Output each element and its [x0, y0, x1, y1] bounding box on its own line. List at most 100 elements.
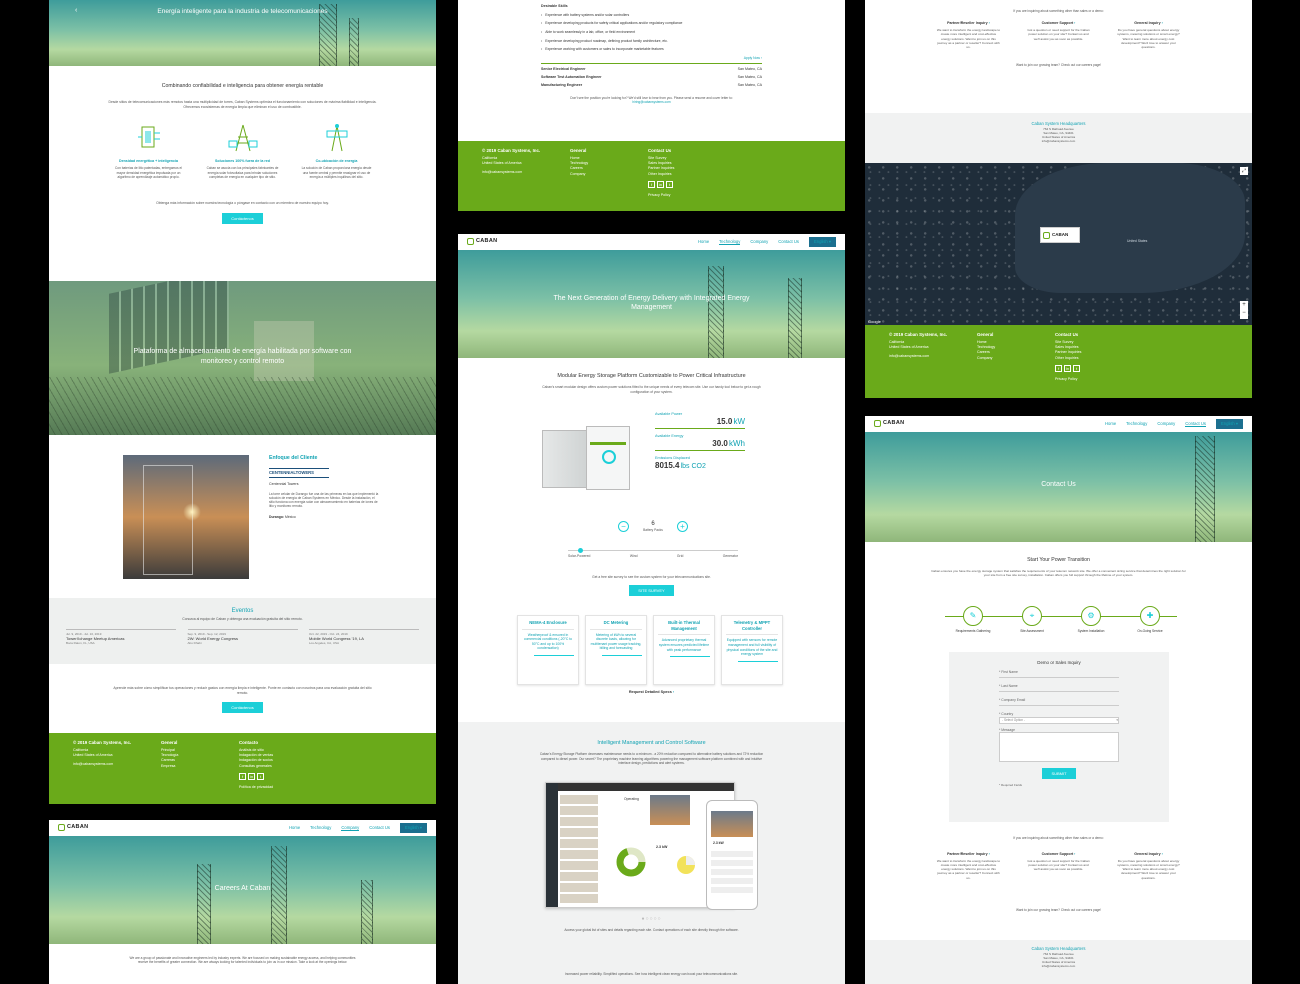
increase-button[interactable]: + — [676, 520, 688, 532]
job-row[interactable]: Senior Electrical Engineer San Mateo, CA — [541, 67, 762, 72]
site-survey-button[interactable]: SITE SURVEY — [629, 585, 674, 597]
slider-handle[interactable] — [578, 548, 583, 553]
contact-join-text[interactable]: Want to join our growing team? Check out… — [865, 908, 1252, 912]
hq-line[interactable]: info@cabansystems.com — [865, 139, 1252, 143]
feature-card[interactable]: DC Metering Metering of kWh to several d… — [585, 615, 647, 685]
language-select[interactable]: English ▾ — [809, 237, 836, 247]
source-option[interactable]: Wind — [630, 554, 638, 559]
first-name-field[interactable]: * First Name — [999, 670, 1119, 678]
footer-col1-title: General — [570, 148, 587, 153]
brand-name: CABAN — [476, 238, 498, 245]
footer-link[interactable]: Company — [570, 172, 620, 177]
event-item[interactable]: Oct. 22, 2019 - Oct. 24, 2019 Mobile Wor… — [309, 628, 419, 645]
last-name-field[interactable]: * Last Name — [999, 684, 1119, 692]
navbar: CABAN Home Technology Company Contact Us… — [458, 234, 845, 250]
logo-mark-icon — [874, 420, 881, 428]
map-view[interactable]: United States CABAN ⤢ + − Google — [865, 163, 1252, 325]
es-cta-button[interactable]: Contáctenos — [222, 702, 263, 714]
language-label: English — [405, 825, 419, 831]
nav-contact[interactable]: Contact Us — [1185, 421, 1206, 428]
language-select[interactable]: English ▾ — [1216, 419, 1243, 429]
nav-company[interactable]: Company — [1157, 421, 1175, 427]
footer-col1-title: General — [977, 332, 994, 337]
nav-company[interactable]: Company — [750, 239, 768, 245]
inquiry-title[interactable]: Partner/Reseller Inquiry › — [937, 852, 1001, 857]
inquiry-title[interactable]: Customer Support › — [1027, 21, 1091, 26]
hiring-email[interactable]: hiring@cabansystems.com — [541, 100, 762, 104]
inquiry-text: Got a question or need support for the C… — [1027, 858, 1090, 872]
logo[interactable]: CABAN — [58, 824, 88, 832]
email-field[interactable]: * Company Email — [999, 698, 1119, 706]
decrease-button[interactable]: − — [618, 520, 629, 532]
logo[interactable]: CABAN — [874, 420, 904, 428]
language-select[interactable]: English ▾ — [400, 823, 427, 833]
twitter-icon[interactable]: t — [257, 773, 264, 781]
footer-email[interactable]: info@cabansystems.com — [889, 354, 949, 359]
linkedin-icon[interactable]: in — [657, 181, 664, 189]
nav-technology[interactable]: Technology — [719, 239, 741, 246]
facebook-icon[interactable]: f — [1055, 365, 1062, 373]
event-item[interactable]: Jul. 9, 2019 - Jul. 10, 2019 TowerXchang… — [66, 628, 176, 645]
footer-email[interactable]: info@cabansystems.com — [482, 170, 542, 175]
twitter-icon[interactable]: t — [1073, 365, 1080, 373]
twitter-icon[interactable]: t — [666, 181, 673, 189]
source-option[interactable]: Generator — [723, 554, 738, 559]
feature-card[interactable]: Built-in Thermal Management Advanced pro… — [653, 615, 715, 685]
nav-technology[interactable]: Technology — [310, 825, 331, 831]
feature-card[interactable]: NEMA-4 Enclosure Weatherproof & ensured … — [517, 615, 579, 685]
linkedin-icon[interactable]: in — [248, 773, 255, 781]
nav-contact[interactable]: Contact Us — [778, 239, 799, 245]
facebook-icon[interactable]: f — [239, 773, 246, 781]
logo[interactable]: CABAN — [467, 238, 498, 246]
zoom-controls[interactable]: + − — [1240, 301, 1248, 319]
nav-technology[interactable]: Technology — [1126, 421, 1147, 427]
source-option[interactable]: Grid — [677, 554, 683, 559]
inquiry-title[interactable]: General Inquiry › — [1117, 852, 1181, 857]
map-pin[interactable]: CABAN — [1040, 227, 1080, 243]
panel-es-home: ‹ Energía inteligente para la industria … — [49, 0, 436, 804]
inquiry-text: Do you have general questions about ener… — [1117, 28, 1180, 49]
apply-link[interactable]: Apply Now › — [541, 56, 762, 61]
footer-link[interactable]: Empresa — [161, 764, 211, 769]
nav-contact[interactable]: Contact Us — [369, 825, 390, 831]
inquiry-title[interactable]: Customer Support › — [1027, 852, 1091, 857]
message-textarea[interactable] — [999, 732, 1119, 763]
submit-button[interactable]: SUBMIT — [1042, 768, 1076, 780]
feature-1: Densidad energética + inteligencia Con b… — [113, 123, 185, 179]
desirable-title: Desirable Skills — [541, 4, 568, 8]
wrench-icon: ✚ — [1140, 606, 1160, 626]
source-option[interactable]: Solar-Powered — [568, 554, 590, 559]
hq-section: Caban System Headquarters 764 S Railroad… — [865, 113, 1252, 163]
carousel-dots[interactable]: ●○○○○ — [458, 916, 845, 923]
linkedin-icon[interactable]: in — [1064, 365, 1071, 373]
footer-link[interactable]: Other Inquiries — [648, 172, 718, 177]
nav-home[interactable]: Home — [289, 825, 300, 831]
es-contact-button[interactable]: Contáctenos — [222, 212, 263, 224]
facebook-icon[interactable]: f — [648, 181, 655, 189]
job-row[interactable]: Manufacturing Engineer San Mateo, CA — [541, 83, 762, 88]
contact-section-text: Caban ensures you have the energy storag… — [931, 569, 1186, 578]
nav-home[interactable]: Home — [698, 239, 709, 245]
spec-link[interactable]: Request Detailed Specs › — [458, 690, 845, 695]
nav-home[interactable]: Home — [1105, 421, 1116, 427]
footer-col1-title: General — [161, 740, 178, 745]
join-text[interactable]: Want to join our growing team? Check out… — [865, 63, 1252, 67]
footer-email[interactable]: info@cabansystems.com — [73, 762, 133, 767]
footer-privacy[interactable]: Política de privacidad — [239, 785, 309, 790]
inquiry-title[interactable]: General Inquiry › — [1117, 21, 1181, 26]
feature-card[interactable]: Telemetry & MPPT Controller Equipped wit… — [721, 615, 783, 685]
hq-line[interactable]: info@cabansystems.com — [865, 964, 1252, 968]
inquiry-title[interactable]: Partner/Reseller Inquiry › — [937, 21, 1001, 26]
fullscreen-icon[interactable]: ⤢ — [1240, 167, 1248, 175]
footer-link[interactable]: Company — [977, 356, 1027, 361]
footer-privacy[interactable]: Privacy Policy — [648, 193, 718, 198]
job-row[interactable]: Software Test Automation Engineer San Mat… — [541, 75, 762, 80]
energy-cabinet-image — [542, 424, 630, 492]
footer-link[interactable]: Other Inquiries — [1055, 356, 1125, 361]
footer-link[interactable]: Consultas generales — [239, 764, 309, 769]
source-slider[interactable]: Solar-Powered Wind Grid Generator — [568, 548, 738, 559]
country-select[interactable]: - Select Option - ▾ — [999, 716, 1119, 724]
nav-company[interactable]: Company — [341, 825, 360, 832]
footer-privacy[interactable]: Privacy Policy — [1055, 377, 1125, 382]
event-item[interactable]: Sep. 9, 2019 - Sep. 12, 2019 2W: World E… — [187, 628, 298, 645]
